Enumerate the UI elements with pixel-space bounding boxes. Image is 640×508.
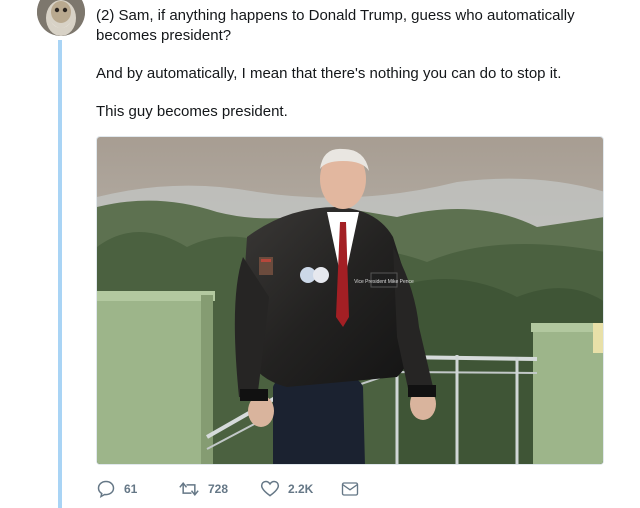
direct-message-button[interactable]	[341, 478, 359, 500]
tweet-paragraph: This guy becomes president.	[96, 103, 288, 120]
tweet-photo[interactable]: Vice President Mike Pence	[96, 136, 604, 465]
like-button[interactable]: 2.2K	[260, 478, 313, 500]
tweet-text: (2) Sam, if anything happens to Donald T…	[96, 6, 616, 140]
jacket-name-patch: Vice President Mike Pence	[354, 279, 414, 285]
thread-connector-line	[58, 40, 62, 508]
photo-man-in-leather-jacket: Vice President Mike Pence	[97, 137, 603, 464]
reply-icon	[97, 480, 115, 498]
reply-count: 61	[124, 482, 138, 496]
like-count: 2.2K	[288, 482, 314, 496]
reply-button[interactable]: 61	[96, 478, 137, 500]
tweet-action-bar: 61 728 2.2K	[96, 478, 496, 500]
mail-icon	[341, 482, 359, 496]
retweet-icon	[179, 481, 199, 497]
avatar-image	[37, 0, 85, 36]
heart-icon	[260, 480, 280, 497]
retweet-count: 728	[208, 482, 229, 496]
tweet-paragraph: (2) Sam, if anything happens to Donald T…	[96, 7, 575, 44]
tweet-paragraph: And by automatically, I mean that there'…	[96, 65, 562, 82]
retweet-button[interactable]: 728	[178, 478, 228, 500]
avatar[interactable]	[37, 0, 85, 36]
